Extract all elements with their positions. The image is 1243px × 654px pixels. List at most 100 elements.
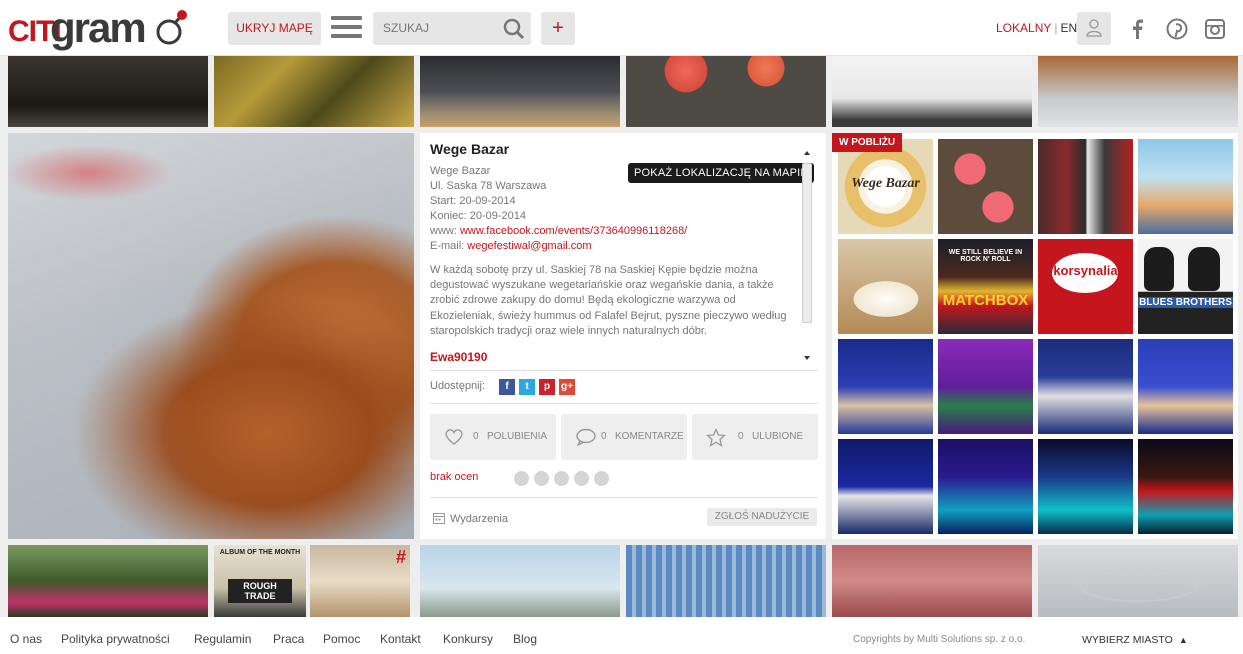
nearby-tile-stage-6[interactable] — [938, 439, 1033, 534]
nearby-tile-korsynalia[interactable]: korsynalia — [1038, 239, 1133, 334]
event-title: Wege Bazar — [430, 141, 510, 157]
nearby-tile-stage-2[interactable] — [938, 339, 1033, 434]
logo-gram-text: gram — [50, 4, 147, 51]
footer-link-about[interactable]: O nas — [10, 632, 42, 646]
favorites-label: ULUBIONE — [752, 431, 804, 442]
photo-tile[interactable] — [8, 545, 208, 617]
photo-tile[interactable] — [214, 56, 414, 127]
language-switch: LOKALNY | EN — [996, 21, 1077, 35]
photo-tile[interactable] — [832, 545, 1032, 617]
event-address: Ul. Saska 78 Warszawa — [430, 180, 547, 192]
choose-city-button[interactable]: WYBIERZ MIASTO ▲ — [1082, 634, 1188, 646]
nearby-tile-stage-7[interactable] — [1038, 439, 1133, 534]
category-row[interactable]: Wydarzenia — [433, 512, 508, 525]
album-text: ALBUM OF THE MONTH — [219, 549, 301, 556]
logo-pin-icon — [156, 10, 187, 45]
scroll-up-icon[interactable] — [800, 148, 814, 158]
photo-tile[interactable] — [626, 56, 826, 127]
rating-dot-3[interactable] — [554, 471, 569, 486]
likes-count: 0 — [473, 431, 479, 442]
comment-icon — [576, 428, 596, 446]
footer-link-contests[interactable]: Konkursy — [443, 632, 493, 646]
divider — [430, 370, 818, 371]
rock-poster-text: WE STILL BELIEVE IN ROCK N' ROLL — [948, 249, 1023, 263]
heart-icon — [445, 429, 463, 445]
share-twitter-icon[interactable]: t — [519, 379, 535, 395]
photo-tile-album[interactable]: ALBUM OF THE MONTH ROUGH TRADE — [214, 545, 306, 617]
event-info-lines: Wege Bazar Ul. Saska 78 Warszawa Start: … — [430, 164, 687, 254]
footer-link-jobs[interactable]: Praca — [273, 632, 304, 646]
pinterest-icon[interactable] — [1166, 18, 1188, 40]
photo-tile[interactable] — [832, 56, 1032, 127]
details-scrollbar[interactable] — [800, 145, 814, 363]
rating-dot-2[interactable] — [534, 471, 549, 486]
nearby-tile-stage-3[interactable] — [1038, 339, 1133, 434]
search-icon[interactable] — [503, 18, 525, 40]
korsynalia-text: korsynalia — [1053, 263, 1118, 278]
footer-link-terms[interactable]: Regulamin — [194, 632, 251, 646]
www-label: www: — [430, 225, 457, 237]
nearby-tile-street[interactable] — [1038, 139, 1133, 234]
footer-link-help[interactable]: Pomoc — [323, 632, 360, 646]
lang-local-link[interactable]: LOKALNY — [996, 21, 1051, 35]
facebook-icon[interactable] — [1127, 18, 1149, 40]
footer-link-contact[interactable]: Kontakt — [380, 632, 421, 646]
rating-dot-1[interactable] — [514, 471, 529, 486]
share-facebook-icon[interactable]: f — [499, 379, 515, 395]
user-account-button[interactable] — [1077, 12, 1111, 45]
report-abuse-button[interactable]: ZGŁOŚ NADUŻYCIE — [707, 508, 817, 526]
nearby-tile-kiosk[interactable] — [1138, 139, 1233, 234]
scrollbar-thumb[interactable] — [802, 163, 812, 323]
rating-dot-5[interactable] — [594, 471, 609, 486]
add-button[interactable]: + — [541, 12, 575, 45]
photo-tile[interactable] — [626, 545, 826, 617]
photo-tile[interactable] — [1038, 56, 1238, 127]
nearby-tile-stage-5[interactable] — [838, 439, 933, 534]
nearby-tile-stage-4[interactable] — [1138, 339, 1233, 434]
event-end: Koniec: 20-09-2014 — [430, 210, 527, 222]
nearby-tile-stage-8[interactable] — [1138, 439, 1233, 534]
rating-dot-4[interactable] — [574, 471, 589, 486]
star-icon — [706, 428, 726, 447]
event-www-link[interactable]: www.facebook.com/events/373640996118268/ — [460, 225, 687, 237]
nearby-tile-matchbox-poster[interactable]: WE STILL BELIEVE IN ROCK N' ROLL MATCHBO… — [938, 239, 1033, 334]
photo-tile[interactable] — [8, 56, 208, 127]
event-place: Wege Bazar — [430, 165, 491, 177]
citigram-logo[interactable]: CITI gram — [8, 4, 193, 51]
photo-tile[interactable] — [420, 56, 620, 127]
comments-button[interactable]: 0 KOMENTARZE — [561, 414, 687, 460]
hashtag-icon: # — [395, 547, 406, 567]
category-label: Wydarzenia — [450, 513, 508, 525]
event-start: Start: 20-09-2014 — [430, 195, 516, 207]
instagram-icon[interactable] — [1204, 18, 1226, 40]
hamburger-menu-icon[interactable] — [331, 16, 362, 41]
event-email-link[interactable]: wegefestiwal@gmail.com — [467, 240, 591, 252]
share-pinterest-icon[interactable]: p — [539, 379, 555, 395]
search-box — [373, 12, 531, 45]
photo-tile[interactable] — [420, 545, 620, 617]
event-details-panel: Wege Bazar POKAŻ LOKALIZACJĘ NA MAPIE We… — [420, 133, 826, 539]
event-description: W każdą sobotę przy ul. Saskiej 78 na Sa… — [430, 264, 787, 337]
lang-en-link[interactable]: EN — [1060, 21, 1077, 35]
share-googleplus-icon[interactable]: g+ — [559, 379, 575, 395]
footer-link-privacy[interactable]: Polityka prywatności — [61, 632, 170, 646]
search-input[interactable] — [383, 12, 501, 45]
event-main-photo[interactable] — [8, 133, 414, 539]
author-link[interactable]: Ewa90190 — [430, 350, 487, 364]
divider — [430, 403, 818, 404]
nearby-tile-cake[interactable] — [838, 239, 933, 334]
photo-tile[interactable] — [1038, 545, 1238, 617]
hide-map-button[interactable]: UKRYJ MAPĘ — [228, 12, 321, 45]
favorites-button[interactable]: 0 ULUBIONE — [692, 414, 818, 460]
scroll-down-icon[interactable] — [800, 353, 814, 363]
favorites-count: 0 — [738, 431, 744, 442]
photo-tile-figures[interactable]: # — [310, 545, 410, 617]
site-header: CITI gram UKRYJ MAPĘ + LOKALNY|EN — [0, 0, 1243, 56]
nearby-tile-wege-bazar[interactable]: Wege Bazar — [838, 139, 933, 234]
copyright-text: Copyrights by Multi Solutions sp. z o.o. — [853, 634, 1026, 645]
nearby-tile-blues-brothers[interactable]: BLUES BROTHERS — [1138, 239, 1233, 334]
likes-button[interactable]: 0 POLUBIENIA — [430, 414, 556, 460]
footer-link-blog[interactable]: Blog — [513, 632, 537, 646]
nearby-tile-stage-1[interactable] — [838, 339, 933, 434]
nearby-tile-badges[interactable] — [938, 139, 1033, 234]
